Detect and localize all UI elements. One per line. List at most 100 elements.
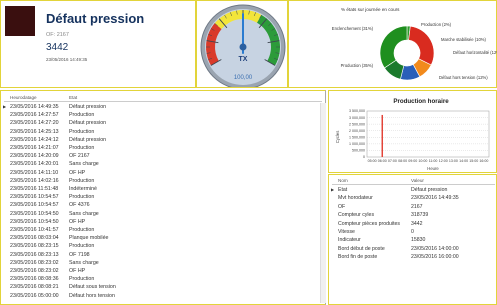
events-header-rule [4,101,322,102]
event-row[interactable]: 23/05/2016 08:23:02 OF HP [1,267,319,275]
event-time: 23/05/2016 10:54:50 [10,218,59,225]
event-time: 23/05/2016 08:08:21 [10,284,59,291]
event-row[interactable]: 23/05/2016 14:21:07 Production [1,144,319,152]
details-row: OF 2167 [329,203,495,211]
event-state: OF HP [69,169,86,176]
detail-name: Bord fin de poste [338,254,378,261]
event-state: Sans charge [69,259,99,266]
event-time: 23/05/2016 08:23:15 [10,243,59,250]
status-square [5,6,35,36]
event-time: 23/05/2016 10:54:57 [10,202,59,209]
event-state: Défaut pression [69,104,107,110]
detail-name: Compteur cyles [338,212,375,219]
chart-xtick-label: 06:00 [378,159,387,163]
event-state: Production [69,177,95,184]
donut-slice-label: Production (35%) [341,63,374,68]
chart-xtick-label: 15:00 [469,159,478,163]
event-time: 23/05/2016 14:25:13 [10,128,59,135]
event-time: 23/05/2016 14:21:07 [10,145,59,151]
event-state: OF 4376 [69,202,90,209]
detail-name: Mvt horodateur [338,195,373,202]
detail-value: 23/05/2016 14:49:35 [411,195,459,202]
event-row[interactable]: 23/05/2016 14:11:10 OF HP [1,169,319,177]
production-chart-panel: Production horaire Cycles Heure 0 500,000… [328,90,497,173]
row-arrow-icon: ▶ [331,187,335,192]
donut-panel: % états sur journée en cours Production … [288,0,497,88]
donut-slice-label: Défaut horizontalité (12%) [453,50,497,55]
gauge-hub [239,43,247,51]
events-scrollbar[interactable] [320,103,326,303]
details-row: Bord début de poste 23/05/2016 14:00:00 [329,245,495,253]
chart-bar [381,114,383,157]
event-time: 23/05/2016 08:08:36 [10,276,59,283]
event-state: Défaut hors tension [69,292,115,299]
event-state: Défaut pression [69,136,107,143]
chart-xtick-label: 12:00 [439,159,448,163]
event-state: Sans charge [69,161,99,168]
event-row[interactable]: ▶ 23/05/2016 14:49:35 Défaut pression [1,103,319,111]
detail-value: 318739 [411,212,429,219]
donut-slice [379,25,408,69]
event-row[interactable]: 23/05/2016 10:54:50 OF HP [1,218,319,226]
event-row[interactable]: 23/05/2016 14:27:57 Production [1,111,319,119]
event-row[interactable]: 23/05/2016 10:54:57 OF 4376 [1,201,319,209]
event-row[interactable]: 23/05/2016 10:41:57 Production [1,226,319,234]
event-row[interactable]: 23/05/2016 08:23:13 OF 7198 [1,251,319,259]
donut-slice-label: Enclenchement (31%) [332,26,374,31]
event-state: Planque mobilée [69,235,109,242]
event-state: Production [69,112,95,119]
chart-xlabel: Heure [427,166,439,171]
chart-xtick-label: 13:00 [449,159,458,163]
chart-ytick-label: 1 500,000 [349,135,365,139]
event-row[interactable]: 23/05/2016 08:03:04 Planque mobilée [1,234,319,242]
event-row[interactable]: 23/05/2016 14:27:20 Défaut pression [1,119,319,127]
chart-ytick-label: 0 [363,155,365,159]
event-state: Production [69,227,95,233]
gauge-value: 100,00 [234,75,253,81]
event-row[interactable]: 23/05/2016 14:24:12 Défaut pression [1,136,319,144]
event-state: OF 7198 [69,251,90,258]
detail-value: 3442 [411,220,423,227]
chart-ytick-label: 500,000 [352,149,365,153]
details-row: Bord fin de poste 23/05/2016 16:00:00 [329,253,495,261]
event-row[interactable]: 23/05/2016 14:02:16 Production [1,177,319,185]
chart-xtick-label: 05:00 [368,159,377,163]
chart-xtick-label: 14:00 [459,159,468,163]
event-row[interactable]: 23/05/2016 11:51:48 Indéterminé [1,185,319,193]
event-time: 23/05/2016 08:23:02 [10,268,59,274]
chart-title: Production horaire [393,98,449,105]
chart-xtick-label: 08:00 [398,159,407,163]
event-row[interactable]: 23/05/2016 14:20:01 Sans charge [1,160,319,168]
detail-value: 0 [411,229,414,235]
detail-value: 2167 [411,203,423,210]
state-donut-chart: Production (2%) Enclenchement (31%) Marche… [332,22,497,81]
donut-slice-label: Production (2%) [421,22,452,27]
event-row[interactable]: 23/05/2016 08:08:21 Défaut sous tension [1,283,319,291]
events-panel: Heurodatage Etat ▶ 23/05/2016 14:49:35 Déf… [0,90,326,305]
event-row[interactable]: 23/05/2016 08:08:36 Production [1,275,319,283]
event-state: OF HP [69,268,86,274]
donut-slice [408,25,435,66]
event-time: 23/05/2016 08:03:04 [10,235,59,242]
event-state: Production [69,243,95,250]
gauge-label: TX [239,56,248,63]
event-time: 23/05/2016 14:20:01 [10,161,59,168]
detail-name: Bord début de poste [338,245,385,252]
event-time: 23/05/2016 10:41:57 [10,227,59,233]
event-row[interactable]: 23/05/2016 10:54:57 Production [1,193,319,201]
event-row[interactable]: 23/05/2016 08:23:02 Sans charge [1,259,319,267]
event-row[interactable]: 23/05/2016 14:25:13 Production [1,128,319,136]
details-row: Mvt horodateur 23/05/2016 14:49:35 [329,194,495,202]
event-state: Défaut sous tension [69,284,116,291]
donut-slice-label: Défaut hors tension (12%) [439,75,488,80]
event-row[interactable]: 23/05/2016 14:20:09 OF 2167 [1,152,319,160]
of-label: OF: 2167 [46,32,69,38]
chart-ylabel: Cycles [335,131,340,144]
event-row[interactable]: 23/05/2016 08:23:15 Production [1,242,319,250]
chart-ytick-label: 2 000,000 [349,129,365,133]
row-arrow-icon: ▶ [3,104,7,109]
event-row[interactable]: 23/05/2016 05:00:00 Défaut hors tension [1,292,319,300]
detail-value: Défaut pression [411,187,448,193]
event-state: OF 2167 [69,153,90,160]
event-row[interactable]: 23/05/2016 10:54:50 Sans charge [1,210,319,218]
